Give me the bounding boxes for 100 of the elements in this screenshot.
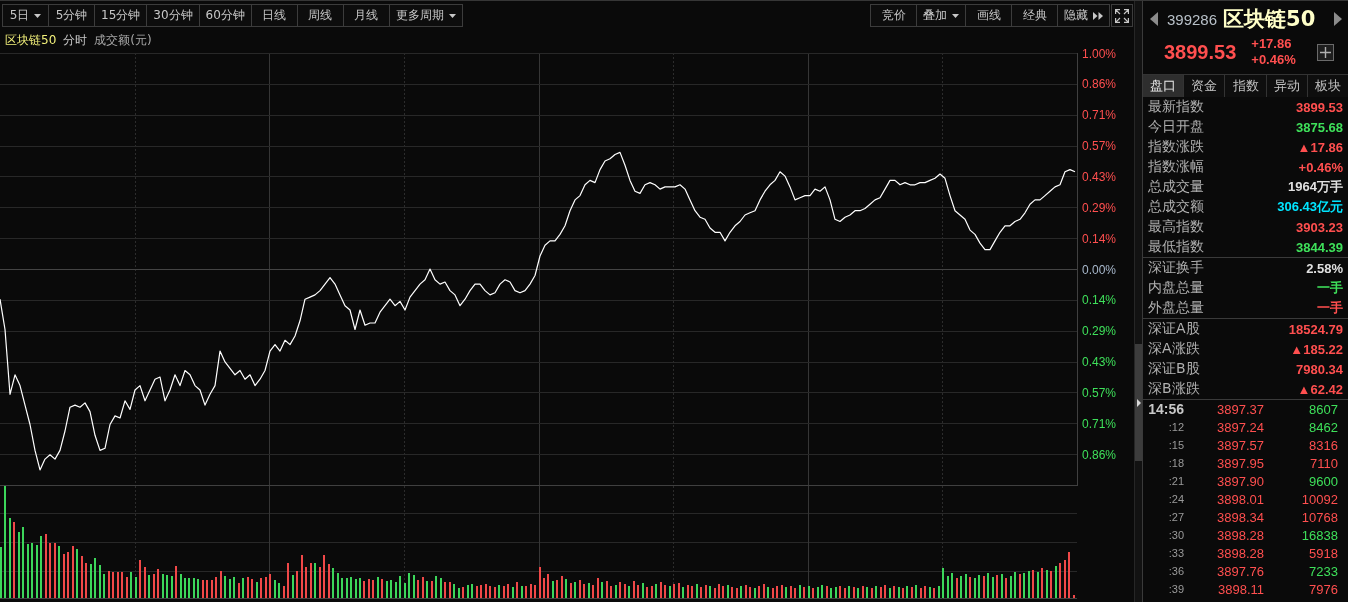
tick-price: 3897.95 — [1217, 455, 1264, 471]
tick-price: 3898.28 — [1217, 545, 1264, 561]
stat-label: 深B涨跌 — [1148, 380, 1200, 398]
tick-price: 3897.76 — [1217, 563, 1264, 579]
index-price: 3899.53 — [1164, 40, 1237, 64]
y-axis-label: 0.57% — [1082, 139, 1117, 154]
tick-price: 3898.34 — [1217, 509, 1264, 525]
stat-label: 内盘总量 — [1148, 279, 1204, 297]
tick-time: :18 — [1168, 457, 1184, 469]
double-triangle-icon — [1093, 11, 1103, 20]
tick-price: 3897.57 — [1217, 437, 1264, 453]
dropdown-button[interactable]: 5日 — [2, 4, 49, 27]
percent-change: +0.46% — [1251, 52, 1296, 68]
stat-label: 最新指数 — [1148, 98, 1204, 116]
stat-label: 指数涨幅 — [1148, 158, 1204, 176]
period-button[interactable]: 周线 — [296, 4, 344, 27]
period-button[interactable]: 15分钟 — [94, 4, 148, 27]
tick-volume: 8462 — [1309, 419, 1338, 435]
y-axis-label: 0.00% — [1082, 262, 1117, 277]
y-axis-label: 0.43% — [1082, 355, 1117, 370]
stat-value: 7980.34 — [1296, 361, 1343, 377]
tick-time: :12 — [1168, 421, 1184, 433]
stat-value: 一手 — [1317, 299, 1343, 317]
stat-value: 3899.53 — [1296, 99, 1343, 115]
tick-time: :24 — [1168, 493, 1184, 505]
panel-tab[interactable]: 资金 — [1184, 75, 1226, 97]
right-triangle-icon[interactable] — [1334, 12, 1342, 26]
toolbar-button[interactable]: 经典 — [1011, 4, 1058, 27]
stat-value: 306.43亿元 — [1277, 198, 1343, 216]
tick-price: 3897.24 — [1217, 419, 1264, 435]
stat-label: 最高指数 — [1148, 218, 1204, 236]
y-axis-label: 0.57% — [1082, 385, 1117, 400]
add-button[interactable] — [1317, 43, 1334, 61]
caret-icon — [448, 13, 456, 18]
period-button[interactable]: 30分钟 — [146, 4, 200, 27]
stat-value: 18524.79 — [1288, 321, 1343, 337]
period-button[interactable]: 5分钟 — [48, 4, 95, 27]
stat-label: 深A涨跌 — [1148, 340, 1200, 358]
panel-tab[interactable]: 板块 — [1307, 75, 1348, 97]
stat-value: ▲17.86 — [1297, 139, 1343, 155]
dropdown-button[interactable]: 更多周期 — [388, 4, 463, 27]
tick-time: 14:56 — [1148, 401, 1184, 417]
tick-price: 3898.01 — [1217, 491, 1264, 507]
tick-time: :33 — [1168, 547, 1184, 559]
fullscreen-icon — [1115, 8, 1129, 23]
panel-tab[interactable]: 异动 — [1266, 75, 1308, 97]
y-axis-label: 0.14% — [1082, 293, 1117, 308]
indicator-label: 成交额(元) — [94, 31, 152, 49]
tick-volume: 10768 — [1301, 509, 1338, 525]
stat-value: 3844.39 — [1296, 239, 1343, 255]
period-button[interactable]: 月线 — [342, 4, 390, 27]
stat-label: 外盘总量 — [1148, 299, 1204, 317]
tick-price: 3897.90 — [1217, 473, 1264, 489]
stat-value: 1964万手 — [1288, 178, 1343, 196]
y-axis-label: 1.00% — [1082, 46, 1117, 61]
stat-value: 2.58% — [1306, 260, 1343, 276]
index-name: 区块链50 — [5, 31, 57, 49]
stat-label: 总成交额 — [1148, 198, 1204, 216]
index-name: 区块链50 — [1223, 6, 1316, 33]
tick-price: 3897.37 — [1217, 401, 1264, 417]
tick-volume: 10092 — [1301, 491, 1338, 507]
y-axis-label: 0.86% — [1082, 447, 1117, 462]
tick-price: 3898.11 — [1217, 581, 1264, 597]
caret-icon — [952, 13, 959, 18]
tick-volume: 8607 — [1309, 401, 1338, 417]
period-button[interactable]: 日线 — [250, 4, 298, 27]
period-button[interactable]: 60分钟 — [198, 4, 252, 27]
chart-mode-label: 分时 — [63, 31, 88, 49]
right-triangle-icon — [1136, 398, 1141, 407]
tick-time: :27 — [1168, 511, 1184, 523]
y-axis-label: 0.29% — [1082, 200, 1117, 215]
stat-label: 深证A股 — [1148, 320, 1200, 338]
tick-volume: 8316 — [1309, 437, 1338, 453]
panel-tab[interactable]: 盘口 — [1143, 75, 1185, 97]
left-triangle-icon[interactable] — [1150, 12, 1158, 26]
toolbar-button[interactable]: 竞价 — [870, 4, 917, 27]
stat-value: 一手 — [1317, 279, 1343, 297]
price-change: +17.86 — [1251, 36, 1292, 52]
stat-label: 深证换手 — [1148, 259, 1204, 277]
tick-volume: 7233 — [1309, 563, 1338, 579]
dropdown-button[interactable]: 叠加 — [916, 4, 966, 27]
stat-value: 3903.23 — [1296, 219, 1343, 235]
stat-value: +0.46% — [1298, 159, 1343, 175]
stat-label: 深证B股 — [1148, 360, 1200, 378]
fullscreen-button[interactable] — [1111, 4, 1133, 27]
y-axis-label: 0.71% — [1082, 108, 1117, 123]
tick-time: :36 — [1168, 565, 1184, 577]
splitter-handle[interactable] — [1135, 344, 1142, 461]
toolbar-button[interactable]: 画线 — [965, 4, 1012, 27]
panel-tab[interactable]: 指数 — [1225, 75, 1267, 97]
tick-volume: 9600 — [1309, 473, 1338, 489]
tick-price: 3898.28 — [1217, 527, 1264, 543]
tick-time: :21 — [1168, 475, 1184, 487]
tick-time: :15 — [1168, 439, 1184, 451]
caret-icon — [34, 13, 42, 18]
collapse-button[interactable]: 隐藏 — [1057, 4, 1110, 27]
stat-label: 总成交量 — [1148, 178, 1204, 196]
stat-label: 指数涨跌 — [1148, 138, 1204, 156]
plus-icon — [1320, 46, 1331, 58]
tick-time: :30 — [1168, 529, 1184, 541]
